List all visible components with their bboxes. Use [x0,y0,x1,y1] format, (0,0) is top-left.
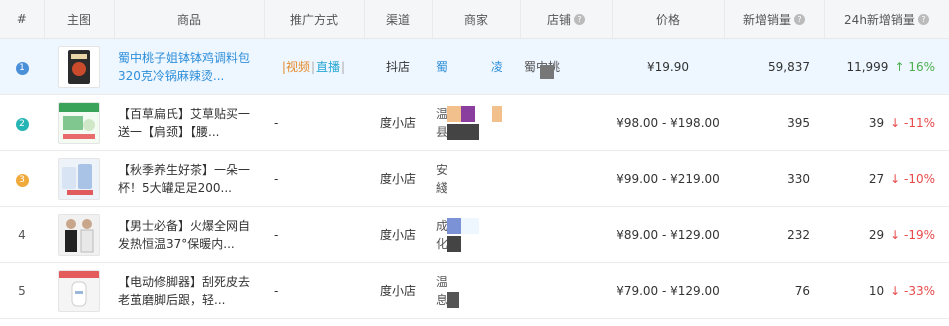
trend-down-icon: ↓ [890,115,901,130]
product-thumbnail[interactable] [58,45,100,88]
merchant-cell[interactable]: 成 化 [436,217,516,252]
trend-up-icon: ↑ [894,59,905,74]
table-header: # 主图 商品 推广方式 渠道 商家 店铺? 价格 新增销量? 24h新增销量? [0,0,949,39]
sales: 76 [724,262,824,319]
product-ranking-table: # 主图 商品 推广方式 渠道 商家 店铺? 价格 新增销量? 24h新增销量?… [0,0,949,319]
col-product: 商品 [114,0,265,39]
col-store: 店铺? [520,0,613,39]
sales-info-icon[interactable]: ? [794,13,805,25]
sales24-cell: 29 ↓ -19% [824,206,949,263]
col-sales24[interactable]: 24h新增销量? [824,0,949,39]
trend-down-icon: ↓ [890,171,901,186]
table-row[interactable]: 4 【男士必备】火爆全网自发热恒温37°保暖内... - 度小店 成 化 ¥89… [0,206,949,263]
col-sales[interactable]: 新增销量? [724,0,825,39]
sales24-cell: 11,999 ↑ 16% [824,38,949,95]
col-index: # [0,0,45,39]
rank-number: 4 [18,227,26,242]
sales24-info-icon[interactable]: ? [917,13,929,25]
price: ¥99.00 - ¥219.00 [612,150,724,207]
promo-methods: |视频|直播| [281,60,346,74]
product-title[interactable]: 【秋季养生好茶】一朵一杯！5大罐足足200... [118,161,260,197]
price: ¥79.00 - ¥129.00 [612,262,724,319]
merchant-cell[interactable]: 温 县 [436,105,516,140]
trend-down-icon: ↓ [890,283,901,298]
col-image: 主图 [44,0,115,39]
product-image-icon [59,270,99,306]
col-price[interactable]: 价格 [612,0,725,39]
sales24-cell: 27 ↓ -10% [824,150,949,207]
table-row[interactable]: 2 【百草扁氏】艾草贴买一送一【肩颈】【腰... - 度小店 温 县 ¥98.0… [0,94,949,151]
rank-number: 5 [18,283,26,298]
promo-none: - [264,206,364,263]
promo-none: - [264,94,364,151]
product-title[interactable]: 【百草扁氏】艾草贴买一送一【肩颈】【腰... [118,105,260,141]
promo-none: - [264,262,364,319]
price: ¥98.00 - ¥198.00 [612,94,724,151]
product-thumbnail[interactable] [58,101,100,144]
rank-badge: 1 [15,61,29,75]
product-image-icon [68,49,90,84]
merchant-cell[interactable]: 安 綫 [436,162,516,196]
product-image-icon [62,163,93,195]
table-row[interactable]: 5 【电动修脚器】刮死皮去老茧磨脚后跟，轻... - 度小店 温 息 ¥79.0… [0,262,949,319]
sales24-cell: 10 ↓ -33% [824,262,949,319]
promo-video-link[interactable]: 视频 [286,60,310,74]
rank-badge: 3 [15,173,29,187]
price: ¥89.00 - ¥129.00 [612,206,724,263]
merchant-cell[interactable]: 蜀 凌 [436,59,516,75]
channel: 度小店 [364,206,432,263]
trend-down-icon: ↓ [890,227,901,242]
promo-live-link[interactable]: 直播 [316,60,340,74]
sales: 395 [724,94,824,151]
sales: 330 [724,150,824,207]
table-row[interactable]: 3 【秋季养生好茶】一朵一杯！5大罐足足200... - 度小店 安 綫 ¥99… [0,150,949,207]
col-channel: 渠道 [364,0,433,39]
product-title[interactable]: 【电动修脚器】刮死皮去老茧磨脚后跟，轻... [118,273,260,309]
sales: 232 [724,206,824,263]
product-title[interactable]: 【男士必备】火爆全网自发热恒温37°保暖内... [118,217,260,253]
store-info-icon[interactable]: ? [574,13,585,25]
sales: 59,837 [724,38,824,95]
price: ¥19.90 [612,38,724,95]
product-image-icon [59,102,99,139]
product-thumbnail[interactable] [58,157,100,200]
col-merchant: 商家 [432,0,521,39]
product-thumbnail[interactable] [58,213,100,256]
promo-none: - [264,150,364,207]
channel: 度小店 [364,150,432,207]
sales24-cell: 39 ↓ -11% [824,94,949,151]
channel: 度小店 [364,262,432,319]
col-promo: 推广方式 [264,0,365,39]
product-thumbnail[interactable] [58,269,100,312]
rank-badge: 2 [15,117,29,131]
channel: 抖店 [364,38,432,95]
store-cell[interactable]: 蜀中桃 [524,55,608,79]
channel: 度小店 [364,94,432,151]
product-image-icon [65,218,94,252]
merchant-cell[interactable]: 温 息 [436,274,516,308]
product-title-link[interactable]: 蜀中桃子姐钵钵鸡调料包320克冷锅麻辣烫... [118,49,260,85]
table-row[interactable]: 1 蜀中桃子姐钵钵鸡调料包320克冷锅麻辣烫... |视频|直播| 抖店 蜀 凌… [0,38,949,95]
